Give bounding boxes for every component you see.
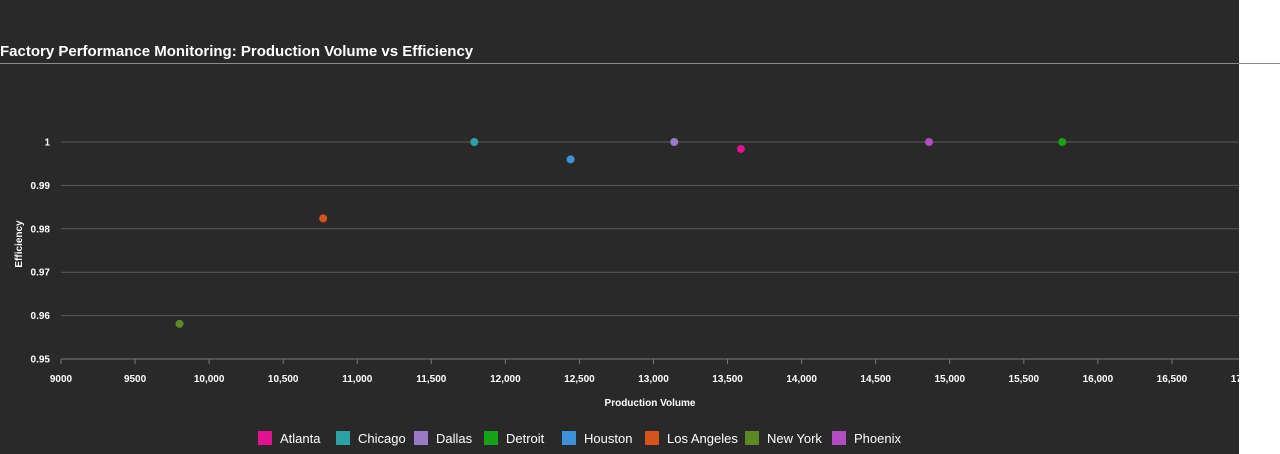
chart-panel: Factory Performance Monitoring: Producti… (0, 0, 1239, 454)
x-tick-label: 9000 (50, 374, 73, 385)
legend-swatch (645, 431, 659, 445)
legend-label: Houston (584, 431, 632, 446)
data-point-dallas (670, 138, 679, 146)
legend-label: Detroit (506, 431, 545, 446)
legend-item[interactable]: New York (745, 431, 822, 446)
y-tick-label: 1 (44, 138, 50, 149)
x-tick-label: 12,500 (564, 374, 595, 385)
y-tick-label: 0.99 (31, 181, 51, 192)
x-tick-label: 12,000 (490, 374, 521, 385)
y-axis-ticks: 0.95 0.96 0.97 0.98 0.99 1 (31, 138, 51, 366)
legend-item[interactable]: Atlanta (258, 431, 321, 446)
x-tick-label: 15,000 (934, 374, 965, 385)
y-axis-title: Efficiency (14, 220, 25, 268)
data-point-houston (566, 155, 575, 164)
x-tick-label: 9500 (124, 374, 147, 385)
legend-label: Dallas (436, 431, 473, 446)
x-axis-title: Production Volume (605, 398, 696, 409)
data-point-phoenix (925, 138, 934, 146)
y-tick-label: 0.95 (31, 355, 51, 366)
legend-swatch (562, 431, 576, 445)
scatter-plot: 9000 9500 10,000 10,500 11,000 11,500 12,000 12… (14, 138, 1239, 446)
x-tick-label: 13,000 (638, 374, 669, 385)
legend-swatch (336, 431, 350, 445)
legend-item[interactable]: Los Angeles (645, 431, 738, 446)
data-point-chicago (470, 138, 479, 146)
x-tick-label: 14,000 (786, 374, 817, 385)
legend-label: Los Angeles (667, 431, 738, 446)
legend-swatch (484, 431, 498, 445)
legend-label: New York (767, 431, 822, 446)
x-tick-label: 14,500 (860, 374, 891, 385)
data-point-atlanta (736, 144, 745, 153)
x-tick-label: 16,500 (1157, 374, 1188, 385)
data-point-los-angeles (319, 214, 328, 223)
y-tick-label: 0.98 (31, 224, 51, 235)
legend-item[interactable]: Dallas (414, 431, 473, 446)
x-tick-label: 15,500 (1009, 374, 1040, 385)
grid-lines (61, 141, 1239, 360)
x-tick-label: 10,500 (268, 374, 299, 385)
x-tick-label: 16,000 (1083, 374, 1114, 385)
data-point-new-york (175, 319, 184, 328)
data-points (175, 138, 1067, 328)
legend-swatch (832, 431, 846, 445)
legend-swatch (745, 431, 759, 445)
legend-item[interactable]: Chicago (336, 431, 406, 446)
x-tick-label: 17,000 (1231, 374, 1239, 385)
legend-item[interactable]: Houston (562, 431, 632, 446)
y-tick-label: 0.97 (31, 268, 51, 279)
y-tick-label: 0.96 (31, 311, 51, 322)
legend-label: Chicago (358, 431, 406, 446)
legend-item[interactable]: Detroit (484, 431, 545, 446)
x-tick-label: 13,500 (712, 374, 743, 385)
x-axis-ticks: 9000 9500 10,000 10,500 11,000 11,500 12,000 12… (50, 359, 1239, 385)
legend-label: Phoenix (854, 431, 901, 446)
legend-swatch (414, 431, 428, 445)
title-divider (0, 63, 1280, 64)
x-tick-label: 11,500 (416, 374, 446, 385)
legend-swatch (258, 431, 272, 445)
legend-label: Atlanta (280, 431, 321, 446)
data-point-detroit (1058, 138, 1067, 146)
legend-item[interactable]: Phoenix (832, 431, 901, 446)
x-tick-label: 10,000 (194, 374, 225, 385)
legend: Atlanta Chicago Dallas Detroit Houston Los An… (258, 431, 901, 446)
x-tick-label: 11,000 (342, 374, 372, 385)
